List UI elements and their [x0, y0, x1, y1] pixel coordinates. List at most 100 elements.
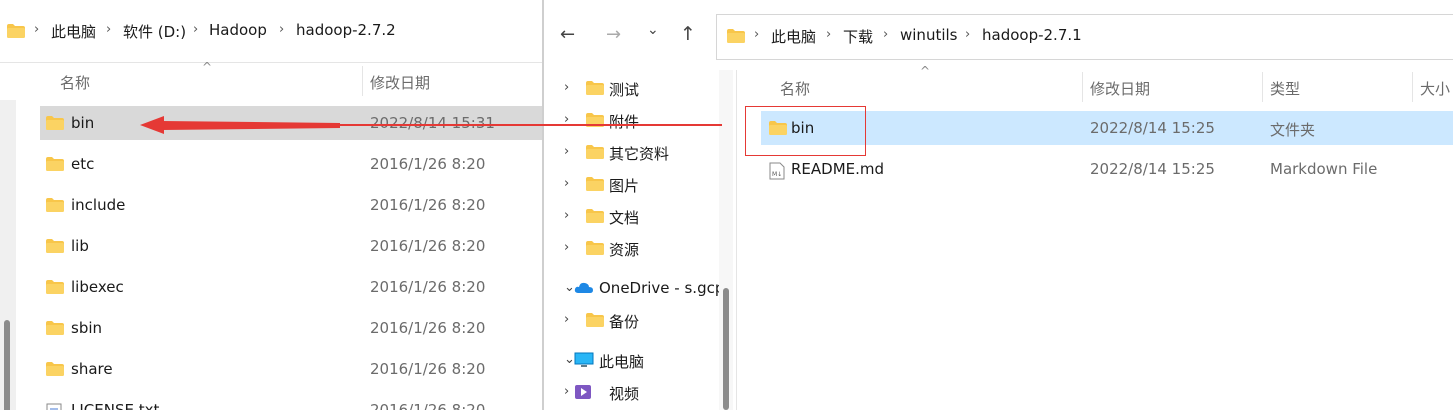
file-row[interactable]: libexec 2016/1/26 8:20	[40, 270, 542, 304]
file-type: 文件夹	[1270, 121, 1316, 139]
folder-icon	[46, 116, 64, 130]
onedrive-cloud-icon	[574, 280, 593, 294]
chevron-right-icon[interactable]: ›	[564, 312, 569, 327]
file-row[interactable]: sbin 2016/1/26 8:20	[40, 311, 542, 345]
sort-up-icon: ^	[920, 64, 931, 78]
file-date: 2022/8/14 15:25	[1090, 160, 1215, 178]
chevron-right-icon[interactable]: ›	[564, 80, 569, 95]
forward-arrow-icon[interactable]: →	[606, 24, 621, 45]
chevron-right-icon[interactable]: ›	[564, 384, 569, 399]
computer-icon	[574, 352, 594, 367]
file-name: lib	[71, 237, 89, 255]
folder-icon	[46, 157, 64, 171]
file-name: sbin	[71, 319, 103, 337]
column-divider[interactable]	[1262, 72, 1263, 102]
scrollbar-thumb[interactable]	[723, 288, 729, 410]
chevron-right-icon: ›	[34, 22, 40, 37]
svg-text:M↓: M↓	[772, 171, 782, 178]
nav-item-label: 备份	[609, 313, 640, 331]
file-row[interactable]: LICENSE.txt 2016/1/26 8:20	[40, 393, 542, 410]
breadcrumb-item[interactable]: 软件 (D:)	[123, 21, 186, 42]
breadcrumb-item[interactable]: 此电脑	[51, 21, 96, 42]
nav-item[interactable]: ⌄ 此电脑	[544, 344, 720, 376]
left-address-bar[interactable]: › 此电脑 › 软件 (D:) › Hadoop › hadoop-2.7.2	[0, 0, 542, 63]
breadcrumb-item[interactable]: hadoop-2.7.1	[982, 26, 1082, 44]
file-date: 2016/1/26 8:20	[370, 278, 486, 296]
nav-item[interactable]: › 文档	[544, 200, 720, 232]
nav-item-label: 测试	[609, 81, 640, 99]
nav-item-label: 视频	[609, 385, 640, 403]
folder-icon	[586, 177, 604, 191]
folder-icon	[7, 24, 25, 38]
nav-item-label: 其它资料	[609, 145, 670, 163]
nav-item-label: OneDrive - s.gcp	[599, 279, 725, 297]
chevron-right-icon: ›	[193, 22, 199, 37]
column-divider[interactable]	[1412, 72, 1413, 102]
left-column-header: ^ 名称 修改日期	[0, 60, 542, 102]
chevron-right-icon: ›	[826, 27, 832, 42]
folder-icon	[46, 239, 64, 253]
column-date-header[interactable]: 修改日期	[1090, 78, 1150, 99]
column-date-header[interactable]: 修改日期	[370, 72, 430, 93]
nav-item-label: 资源	[609, 241, 640, 259]
nav-item-label: 图片	[609, 177, 640, 195]
nav-item[interactable]: › 资源	[544, 232, 720, 264]
sort-up-icon: ^	[202, 60, 213, 74]
folder-icon	[586, 313, 604, 327]
column-name-header[interactable]: 名称	[780, 78, 810, 99]
recent-dropdown-icon[interactable]: ⌄	[647, 22, 659, 38]
nav-item[interactable]: › 备份	[544, 304, 720, 336]
chevron-right-icon[interactable]: ›	[564, 208, 569, 223]
navigation-bar: ← → ⌄ ↑ › 此电脑 › 下载 › winutils › hadoop-2…	[544, 0, 1453, 70]
file-date: 2016/1/26 8:20	[370, 401, 486, 410]
file-row[interactable]: lib 2016/1/26 8:20	[40, 229, 542, 263]
left-scrollbar[interactable]	[0, 100, 16, 410]
chevron-right-icon[interactable]: ›	[564, 176, 569, 191]
up-arrow-icon[interactable]: ↑	[680, 23, 696, 45]
column-size-header[interactable]: 大小	[1420, 78, 1450, 99]
scrollbar-thumb[interactable]	[4, 320, 10, 410]
file-row[interactable]: include 2016/1/26 8:20	[40, 188, 542, 222]
breadcrumb-item[interactable]: winutils	[900, 26, 957, 44]
column-name-header[interactable]: 名称	[60, 72, 90, 93]
folder-icon	[586, 81, 604, 95]
file-name: LICENSE.txt	[71, 401, 160, 410]
folder-icon	[46, 280, 64, 294]
breadcrumb-item[interactable]: 此电脑	[771, 26, 816, 47]
drag-arrow-annotation	[140, 116, 722, 134]
breadcrumb-item[interactable]: 下载	[843, 26, 873, 47]
folder-icon	[727, 29, 745, 43]
nav-item[interactable]: › 视频	[544, 376, 720, 408]
markdown-file-icon: M↓	[769, 162, 787, 180]
file-row[interactable]: M↓ README.md 2022/8/14 15:25 Markdown File	[761, 152, 1453, 186]
folder-icon	[586, 241, 604, 255]
nav-item[interactable]: › 图片	[544, 168, 720, 200]
breadcrumb-item[interactable]: Hadoop	[209, 21, 267, 39]
column-type-header[interactable]: 类型	[1270, 78, 1300, 99]
folder-icon	[586, 209, 604, 223]
file-name: share	[71, 360, 113, 378]
file-date: 2016/1/26 8:20	[370, 319, 486, 337]
nav-item[interactable]: › 测试	[544, 72, 720, 104]
file-name: bin	[71, 114, 95, 132]
chevron-right-icon: ›	[965, 27, 971, 42]
left-explorer-window: › 此电脑 › 软件 (D:) › Hadoop › hadoop-2.7.2 …	[0, 0, 542, 410]
nav-item-label: 文档	[609, 209, 640, 227]
file-row[interactable]: share 2016/1/26 8:20	[40, 352, 542, 386]
chevron-right-icon: ›	[279, 22, 285, 37]
back-arrow-icon[interactable]: ←	[560, 24, 575, 45]
file-type: Markdown File	[1270, 160, 1378, 178]
right-address-bar[interactable]: › 此电脑 › 下载 › winutils › hadoop-2.7.1	[716, 14, 1453, 60]
chevron-right-icon[interactable]: ›	[564, 240, 569, 255]
file-name: etc	[71, 155, 95, 173]
highlight-box	[745, 106, 866, 156]
right-explorer-window: ← → ⌄ ↑ › 此电脑 › 下载 › winutils › hadoop-2…	[544, 0, 1453, 410]
chevron-right-icon[interactable]: ›	[564, 144, 569, 159]
column-divider[interactable]	[362, 66, 363, 96]
breadcrumb-item[interactable]: hadoop-2.7.2	[296, 21, 396, 39]
nav-item[interactable]: ⌄ OneDrive - s.gcp	[544, 272, 724, 304]
file-row[interactable]: etc 2016/1/26 8:20	[40, 147, 542, 181]
column-divider[interactable]	[1082, 72, 1083, 102]
nav-item[interactable]: › 其它资料	[544, 136, 720, 168]
folder-icon	[46, 362, 64, 376]
